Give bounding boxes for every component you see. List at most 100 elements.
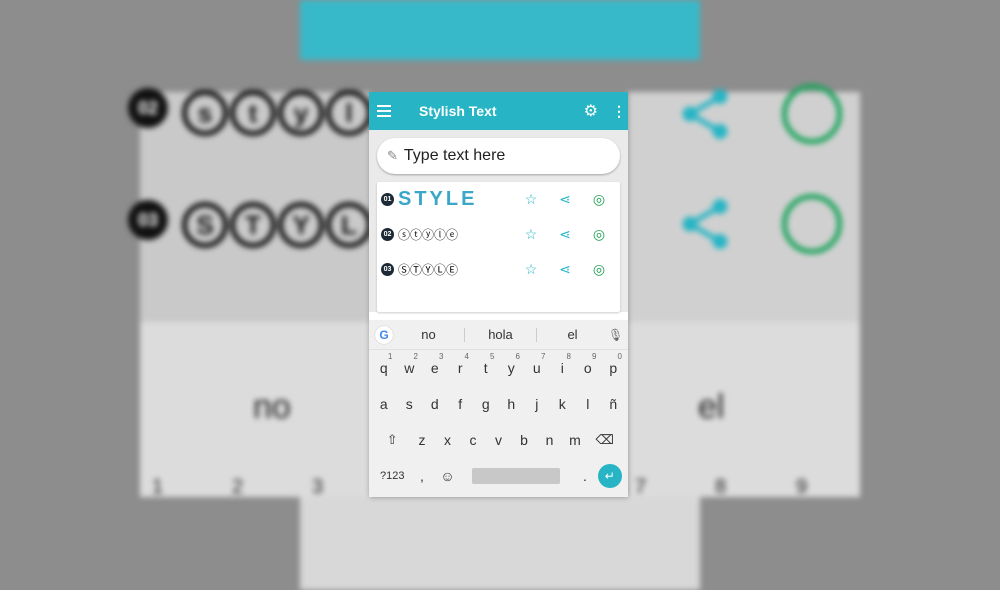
bg-circle-letter: l xyxy=(326,90,372,136)
bg-share-icon xyxy=(682,199,728,249)
key[interactable]: z xyxy=(409,432,435,448)
key[interactable]: c xyxy=(460,432,486,448)
period-key[interactable]: . xyxy=(572,468,598,484)
style-row[interactable]: 01 STYLE ☆ ⋖ ◎ xyxy=(377,182,620,217)
onscreen-keyboard: G no hola el 🎙 q1 w2 e3 r4 t5 y6 u7 i8 o… xyxy=(369,320,628,497)
style-number-badge: 01 xyxy=(381,193,394,206)
key[interactable]: m xyxy=(562,432,588,448)
bg-circle-letter: Y xyxy=(278,202,324,248)
bg-share-icon xyxy=(682,89,728,139)
backspace-icon[interactable]: ⌫ xyxy=(588,432,622,448)
key[interactable]: ñ xyxy=(601,396,627,412)
key[interactable]: f xyxy=(448,396,474,412)
star-icon[interactable]: ☆ xyxy=(514,261,548,278)
style-list: 01 STYLE ☆ ⋖ ◎ 02 ⓢⓣⓨⓛⓔ ☆ ⋖ ◎ 03 ⓈⓉⓎⓁⒺ ☆… xyxy=(377,182,620,312)
hamburger-icon[interactable] xyxy=(377,100,399,122)
key[interactable]: p0 xyxy=(601,352,627,376)
whatsapp-icon[interactable]: ◎ xyxy=(582,261,616,278)
bg-digit: 1 xyxy=(152,476,164,498)
key[interactable]: d xyxy=(422,396,448,412)
key[interactable]: l xyxy=(575,396,601,412)
share-icon[interactable]: ⋖ xyxy=(548,226,582,243)
main-content: ✎ 01 STYLE ☆ ⋖ ◎ 02 ⓢⓣⓨⓛⓔ ☆ ⋖ ◎ 03 ⓈⓉⓎⓁⒺ xyxy=(369,130,628,312)
bg-bottom xyxy=(300,497,700,590)
bg-digit: 8 xyxy=(715,476,727,498)
space-bar[interactable] xyxy=(472,468,561,484)
star-icon[interactable]: ☆ xyxy=(514,226,548,243)
pencil-icon: ✎ xyxy=(387,148,398,163)
key[interactable]: h xyxy=(499,396,525,412)
whatsapp-icon[interactable]: ◎ xyxy=(582,226,616,243)
share-icon[interactable]: ⋖ xyxy=(548,191,582,208)
bg-circle-letter: T xyxy=(230,202,276,248)
phone-screen: Stylish Text ⚙ ⋮ ✎ 01 STYLE ☆ ⋖ ◎ 02 ⓢⓣⓨ… xyxy=(369,92,628,497)
gear-icon[interactable]: ⚙ xyxy=(584,101,598,121)
key[interactable]: x xyxy=(435,432,461,448)
google-icon[interactable]: G xyxy=(375,325,393,344)
style-number-badge: 02 xyxy=(381,228,394,241)
bg-whatsapp-icon xyxy=(782,194,842,254)
key[interactable]: o9 xyxy=(575,352,601,376)
comma-key[interactable]: , xyxy=(409,468,435,484)
whatsapp-icon[interactable]: ◎ xyxy=(582,191,616,208)
key[interactable]: w2 xyxy=(397,352,423,376)
key[interactable]: r4 xyxy=(448,352,474,376)
style-row[interactable]: 02 ⓢⓣⓨⓛⓔ ☆ ⋖ ◎ xyxy=(377,217,620,252)
bg-circle-letter: y xyxy=(278,90,324,136)
key-row-1: q1 w2 e3 r4 t5 y6 u7 i8 o9 p0 xyxy=(369,350,628,386)
bg-digit: 3 xyxy=(312,476,324,498)
bg-num-badge: 03 xyxy=(128,200,168,240)
key[interactable]: u7 xyxy=(524,352,550,376)
key[interactable]: j xyxy=(524,396,550,412)
key[interactable]: v xyxy=(486,432,512,448)
style-row[interactable]: 03 ⓈⓉⓎⓁⒺ ☆ ⋖ ◎ xyxy=(377,252,620,287)
bg-num-badge: 02 xyxy=(128,88,168,128)
text-input[interactable] xyxy=(403,147,611,165)
app-bar: Stylish Text ⚙ ⋮ xyxy=(369,92,628,130)
bg-suggestion: el xyxy=(698,388,725,426)
key-row-2: a s d f g h j k l ñ xyxy=(369,386,628,422)
symbols-key[interactable]: ?123 xyxy=(375,470,409,482)
key[interactable]: k xyxy=(550,396,576,412)
suggestion-strip: G no hola el 🎙 xyxy=(369,320,628,350)
key[interactable]: i8 xyxy=(550,352,576,376)
app-title: Stylish Text xyxy=(419,103,497,119)
suggestion[interactable]: el xyxy=(537,327,608,342)
bg-digit: 9 xyxy=(796,476,808,498)
key[interactable]: q1 xyxy=(371,352,397,376)
bg-appbar xyxy=(300,0,700,60)
bg-digit: 7 xyxy=(635,476,647,498)
key[interactable]: g xyxy=(473,396,499,412)
bg-circle-letter: t xyxy=(230,90,276,136)
key[interactable]: n xyxy=(537,432,563,448)
bg-whatsapp-icon xyxy=(782,84,842,144)
shift-icon[interactable]: ⇧ xyxy=(375,432,409,448)
key-row-3: ⇧ z x c v b n m ⌫ xyxy=(369,422,628,458)
style-number-badge: 03 xyxy=(381,263,394,276)
styled-text: STYLE xyxy=(398,188,478,210)
mic-icon[interactable]: 🎙 xyxy=(608,328,623,342)
enter-icon[interactable]: ↵ xyxy=(597,464,622,488)
key[interactable]: s xyxy=(397,396,423,412)
emoji-icon[interactable]: ☺ xyxy=(435,468,461,484)
key[interactable]: b xyxy=(511,432,537,448)
bg-right-keyboard xyxy=(628,322,860,497)
suggestion[interactable]: no xyxy=(393,327,464,342)
share-icon[interactable]: ⋖ xyxy=(548,261,582,278)
suggestion[interactable]: hola xyxy=(465,327,536,342)
key[interactable]: e3 xyxy=(422,352,448,376)
more-vert-icon[interactable]: ⋮ xyxy=(612,103,626,120)
bg-suggestion: no xyxy=(253,388,291,426)
search-bar: ✎ xyxy=(377,138,620,174)
styled-text: ⓈⓉⓎⓁⒺ xyxy=(398,263,459,277)
bg-circle-letter: L xyxy=(326,202,372,248)
key[interactable]: a xyxy=(371,396,397,412)
key[interactable]: y6 xyxy=(499,352,525,376)
key-row-4: ?123 , ☺ . ↵ xyxy=(369,458,628,494)
bg-digit: 2 xyxy=(232,476,244,498)
star-icon[interactable]: ☆ xyxy=(514,191,548,208)
bg-circle-letter: S xyxy=(182,202,228,248)
key[interactable]: t5 xyxy=(473,352,499,376)
bg-circle-letter: s xyxy=(182,90,228,136)
styled-text: ⓢⓣⓨⓛⓔ xyxy=(398,228,459,242)
